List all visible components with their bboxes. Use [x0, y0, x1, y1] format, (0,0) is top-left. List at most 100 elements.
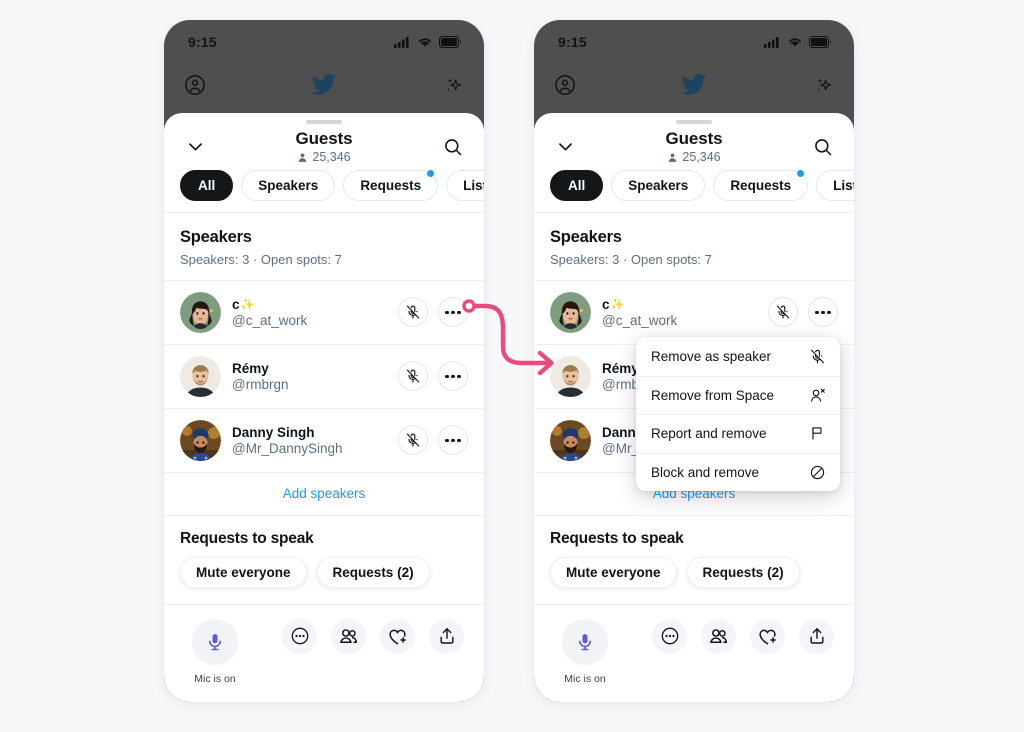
speaker-handle: @c_at_work [232, 312, 308, 328]
mic-muted-icon [810, 349, 825, 364]
tab-label: All [198, 178, 216, 194]
more-circle-icon[interactable] [282, 618, 317, 654]
speaker-row[interactable]: Danny Singh @Mr_DannySingh [164, 407, 484, 472]
more-dots-icon[interactable] [438, 297, 468, 328]
mic-control: Mic is on [554, 618, 616, 685]
twitter-home-backdrop: 9:15 Guests 25,346 All Speakers Requests… [164, 20, 484, 702]
mic-muted-icon[interactable] [398, 425, 428, 456]
mic-status-label: Mic is on [564, 672, 606, 685]
bottom-icon-group [652, 618, 834, 654]
tab-requests[interactable]: Requests [343, 170, 439, 202]
signal-icon [394, 37, 409, 48]
avatar [180, 355, 221, 397]
speakers-section-header: Speakers Speakers: 3 · Open spots: 7 [534, 213, 854, 280]
speaker-name: Rémy [602, 360, 639, 376]
sheet-title-block: Guests 25,346 [164, 129, 484, 164]
speaker-name-row: Rémy [232, 361, 387, 376]
page-title: Guests [295, 129, 353, 149]
menu-item-remove-as-speaker[interactable]: Remove as speaker [636, 337, 840, 376]
sparkle-emoji: ✨ [610, 298, 625, 311]
requests-buttons: Mute everyone Requests (2) [180, 556, 468, 588]
bottom-icon-group [282, 618, 464, 654]
more-dots-icon[interactable] [438, 361, 468, 392]
people-icon[interactable] [331, 618, 366, 654]
speaker-row[interactable]: c ✨ @c_at_work [534, 279, 854, 344]
requests-to-speak-section: Requests to speak Mute everyone Requests… [534, 514, 854, 604]
avatar [550, 419, 591, 461]
search-icon[interactable] [808, 132, 838, 162]
more-dots-icon[interactable] [438, 425, 468, 456]
chevron-down-icon[interactable] [550, 132, 580, 162]
sparkle-icon[interactable] [444, 75, 464, 95]
tab-requests[interactable]: Requests [713, 170, 809, 202]
phone-mockup-before: 9:15 Guests 25,346 All Speakers Requests… [164, 20, 484, 702]
speaker-handle: @Mr_DannySingh [232, 440, 343, 456]
speaker-row[interactable]: c ✨ @c_at_work [164, 279, 484, 344]
mic-muted-icon[interactable] [768, 297, 798, 328]
heart-plus-icon[interactable] [750, 618, 785, 654]
heart-plus-icon[interactable] [380, 618, 415, 654]
tab-all[interactable]: All [180, 170, 234, 202]
add-speakers-link[interactable]: Add speakers [164, 471, 484, 515]
requests-button[interactable]: Requests (2) [686, 556, 800, 588]
menu-item-block-and-remove[interactable]: Block and remove [636, 452, 840, 492]
tab-all[interactable]: All [550, 170, 604, 202]
share-upload-icon[interactable] [799, 618, 834, 654]
wifi-icon [789, 38, 801, 47]
guests-sheet: Guests 25,346 All Speakers Requests Lis … [164, 113, 484, 702]
speakers-subtitle: Speakers: 3 · Open spots: 7 [550, 251, 712, 267]
menu-item-label: Remove as speaker [651, 348, 772, 364]
search-icon[interactable] [438, 132, 468, 162]
avatar [550, 291, 591, 333]
person-icon [299, 153, 307, 162]
top-nav [534, 64, 854, 106]
requests-title: Requests to speak [550, 529, 684, 547]
menu-item-label: Report and remove [651, 426, 767, 442]
account-circle-icon[interactable] [554, 74, 576, 96]
tab-label: Requests [360, 178, 422, 194]
tab-listening[interactable]: Listening [816, 170, 854, 202]
share-upload-icon[interactable] [429, 618, 464, 654]
people-icon[interactable] [701, 618, 736, 654]
requests-to-speak-section: Requests to speak Mute everyone Requests… [164, 514, 484, 604]
requests-button[interactable]: Requests (2) [316, 556, 430, 588]
speaker-name: c [232, 296, 240, 312]
sheet-title-block: Guests 25,346 [534, 129, 854, 164]
flag-icon [812, 427, 822, 440]
speaker-name-row: c ✨ [602, 297, 757, 312]
speaker-row[interactable]: Rémy @rmbrgn [164, 343, 484, 408]
tab-label: Speakers [258, 178, 319, 194]
status-bar: 9:15 [164, 20, 484, 64]
microphone-icon[interactable] [562, 618, 608, 665]
tab-speakers[interactable]: Speakers [241, 170, 336, 202]
tab-speakers[interactable]: Speakers [611, 170, 706, 202]
more-dots-icon[interactable] [808, 297, 838, 328]
status-icons [764, 36, 832, 48]
chevron-down-icon[interactable] [180, 132, 210, 162]
account-circle-icon[interactable] [184, 74, 206, 96]
menu-item-remove-from-space[interactable]: Remove from Space [636, 375, 840, 415]
speaker-handle: @c_at_work [602, 312, 678, 328]
mute-everyone-button[interactable]: Mute everyone [180, 556, 307, 588]
wifi-icon [419, 38, 431, 47]
phone-mockup-after: 9:15 Guests 25,346 All Speakers Requests… [534, 20, 854, 702]
speaker-actions [398, 297, 468, 328]
mic-muted-icon[interactable] [398, 361, 428, 392]
member-count-row: 25,346 [297, 150, 351, 164]
avatar [180, 291, 221, 333]
tab-label: All [568, 178, 586, 194]
mic-muted-icon[interactable] [398, 297, 428, 328]
avatar [180, 419, 221, 461]
tab-label: Speakers [628, 178, 689, 194]
tab-listening[interactable]: Listening [446, 170, 484, 202]
member-count-row: 25,346 [667, 150, 721, 164]
microphone-icon[interactable] [192, 618, 238, 665]
menu-item-report-and-remove[interactable]: Report and remove [636, 414, 840, 453]
more-circle-icon[interactable] [652, 618, 687, 654]
speaker-identity: c ✨ @c_at_work [602, 297, 757, 328]
top-nav [164, 64, 484, 106]
speaker-identity: Rémy @rmbrgn [232, 361, 387, 392]
sparkle-icon[interactable] [814, 75, 834, 95]
mute-everyone-button[interactable]: Mute everyone [550, 556, 677, 588]
speaker-identity: c ✨ @c_at_work [232, 297, 387, 328]
